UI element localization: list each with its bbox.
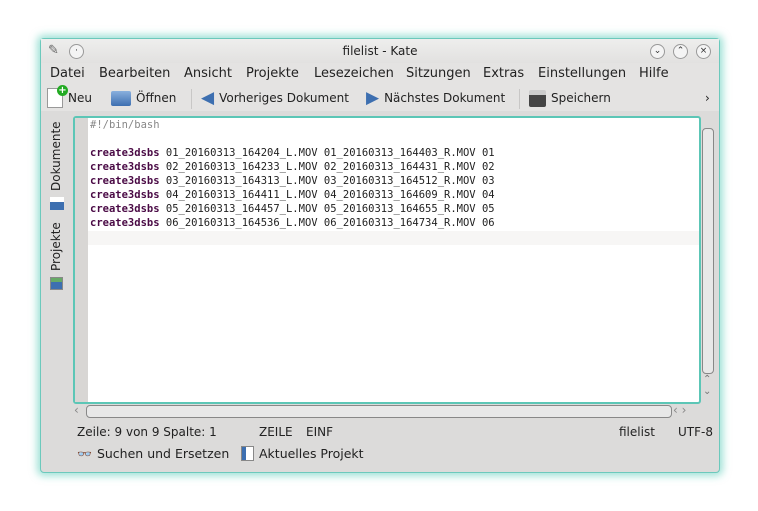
menu-ansicht[interactable]: Ansicht <box>184 66 232 81</box>
tab-projects[interactable]: Projekte <box>49 222 63 271</box>
new-label: Neu <box>68 91 92 105</box>
code-line: create3dsbs 04_20160313_164411_L.MOV 04_… <box>90 188 495 202</box>
toolbar-separator <box>191 89 192 109</box>
current-project-label: Aktuelles Projekt <box>259 446 364 461</box>
vertical-scrollbar[interactable]: ⌃ ⌄ <box>701 116 715 401</box>
documents-icon <box>50 197 64 210</box>
encoding[interactable]: UTF-8 <box>678 425 713 439</box>
command-keyword: create3dsbs <box>90 217 160 229</box>
code-line: create3dsbs 05_20160313_164457_L.MOV 05_… <box>90 202 495 216</box>
arrow-right-icon: ▶ <box>366 88 380 108</box>
title-bar: ✎ · filelist - Kate ⌄ ⌃ × <box>41 39 719 63</box>
current-project-button[interactable]: Aktuelles Projekt <box>241 446 364 461</box>
command-arguments: 03_20160313_164313_L.MOV 03_20160313_164… <box>159 175 495 187</box>
command-keyword: create3dsbs <box>90 161 160 173</box>
icon-border <box>75 118 88 402</box>
current-line-highlight <box>88 231 699 245</box>
command-arguments: 01_20160313_164204_L.MOV 01_20160313_164… <box>159 147 495 159</box>
menu-einstellungen[interactable]: Einstellungen <box>538 66 626 81</box>
command-keyword: create3dsbs <box>90 175 160 187</box>
shebang-line: #!/bin/bash <box>90 119 160 131</box>
save-label: Speichern <box>551 91 611 105</box>
command-arguments: 06_20160313_164536_L.MOV 06_20160313_164… <box>159 217 495 229</box>
code-content: #!/bin/bash create3dsbs 01_20160313_1642… <box>90 118 495 230</box>
scroll-down-icon[interactable]: ⌄ <box>703 386 711 397</box>
projects-icon <box>50 277 63 290</box>
text-editor[interactable]: #!/bin/bash create3dsbs 01_20160313_1642… <box>73 116 701 404</box>
new-document-icon: + <box>47 85 68 108</box>
command-keyword: create3dsbs <box>90 147 160 159</box>
scroll-left-right-icons[interactable]: ‹ › <box>673 403 686 417</box>
tab-documents[interactable]: Dokumente <box>49 121 63 191</box>
vertical-scrollbar-handle[interactable] <box>702 128 714 374</box>
menu-bar: Datei Bearbeiten Ansicht Projekte Leseze… <box>41 63 719 85</box>
floppy-disk-icon <box>529 89 546 107</box>
previous-label: Vorheriges Dokument <box>219 91 349 105</box>
insert-mode[interactable]: EINF <box>306 425 333 439</box>
menu-lesezeichen[interactable]: Lesezeichen <box>314 66 394 81</box>
command-keyword: create3dsbs <box>90 203 160 215</box>
open-folder-icon <box>111 90 131 106</box>
open-label: Öffnen <box>136 91 177 105</box>
code-line: create3dsbs 03_20160313_164313_L.MOV 03_… <box>90 174 495 188</box>
scroll-left-icon[interactable]: ‹ <box>74 403 79 417</box>
code-line: create3dsbs 06_20160313_164536_L.MOV 06_… <box>90 216 495 230</box>
cursor-position: Zeile: 9 von 9 Spalte: 1 <box>77 425 217 439</box>
arrow-left-icon: ◀ <box>201 88 215 108</box>
save-button[interactable]: Speichern <box>529 89 611 107</box>
horizontal-scrollbar[interactable] <box>86 405 672 418</box>
open-button[interactable]: Öffnen <box>111 89 176 107</box>
code-line: create3dsbs 02_20160313_164233_L.MOV 02_… <box>90 160 495 174</box>
side-panel: Dokumente Projekte <box>45 115 69 295</box>
minimize-button[interactable]: ⌄ <box>650 44 665 59</box>
file-name: filelist <box>619 425 655 439</box>
command-arguments: 04_20160313_164411_L.MOV 04_20160313_164… <box>159 189 495 201</box>
toolbar-overflow-button[interactable]: › <box>705 89 710 107</box>
menu-datei[interactable]: Datei <box>50 66 85 81</box>
command-arguments: 05_20160313_164457_L.MOV 05_20160313_164… <box>159 203 495 215</box>
search-replace-button[interactable]: 👓 Suchen und Ersetzen <box>77 446 229 461</box>
previous-document-button[interactable]: ◀ Vorheriges Dokument <box>201 88 349 108</box>
close-button[interactable]: × <box>696 44 711 59</box>
menu-extras[interactable]: Extras <box>483 66 524 81</box>
new-button[interactable]: + Neu <box>47 85 92 108</box>
command-keyword: create3dsbs <box>90 189 160 201</box>
toolbar: + Neu Öffnen ◀ Vorheriges Dokument ▶ Näc… <box>41 85 719 111</box>
binoculars-icon: 👓 <box>77 446 92 461</box>
next-document-button[interactable]: ▶ Nächstes Dokument <box>366 88 506 108</box>
kate-window: ✎ · filelist - Kate ⌄ ⌃ × Datei Bearbeit… <box>40 38 720 473</box>
code-line: create3dsbs 01_20160313_164204_L.MOV 01_… <box>90 146 495 160</box>
next-label: Nächstes Dokument <box>384 91 506 105</box>
window-title: filelist - Kate <box>342 44 418 58</box>
selection-mode[interactable]: ZEILE <box>259 425 293 439</box>
scroll-up-icon[interactable]: ⌃ <box>703 374 711 385</box>
menu-projekte[interactable]: Projekte <box>246 66 299 81</box>
menu-sitzungen[interactable]: Sitzungen <box>406 66 471 81</box>
search-replace-label: Suchen und Ersetzen <box>96 446 230 461</box>
menu-hilfe[interactable]: Hilfe <box>639 66 669 81</box>
command-arguments: 02_20160313_164233_L.MOV 02_20160313_164… <box>159 161 495 173</box>
maximize-button[interactable]: ⌃ <box>673 44 688 59</box>
toolbar-separator <box>519 89 520 109</box>
project-list-icon <box>241 446 254 461</box>
menu-bearbeiten[interactable]: Bearbeiten <box>99 66 170 81</box>
